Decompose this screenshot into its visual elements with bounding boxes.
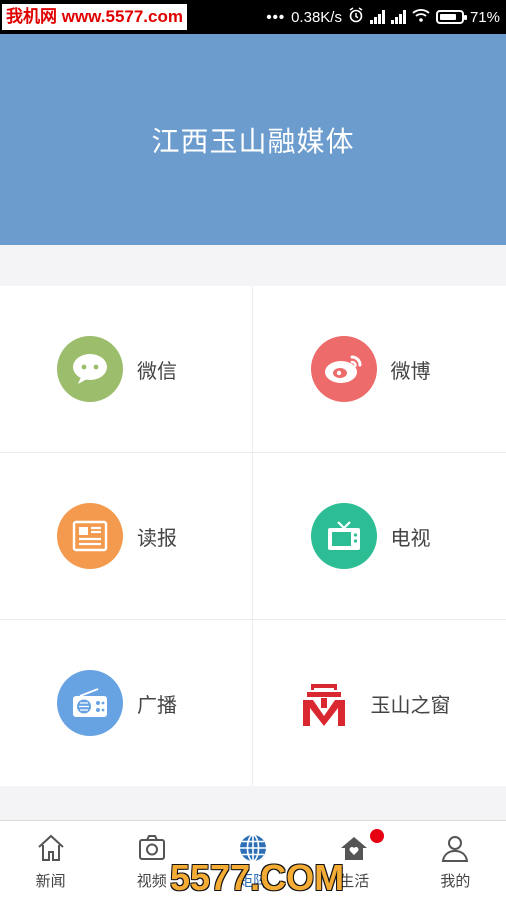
grid-item-wechat[interactable]: 微信	[0, 286, 253, 453]
weibo-icon	[310, 336, 377, 402]
notification-badge	[369, 829, 384, 843]
header-banner: 江西玉山融媒体	[0, 34, 506, 245]
grid-item-label: 玉山之窗	[370, 692, 451, 717]
grid-item-label: 广播	[137, 692, 177, 717]
grid-item-label: 微信	[137, 358, 177, 383]
grid-item-label: 微博	[390, 358, 431, 383]
wechat-icon	[57, 336, 123, 402]
grid-item-newspaper[interactable]: 读报	[0, 453, 253, 620]
network-speed: 0.38K/s	[291, 8, 342, 26]
page-title: 江西玉山融媒体	[151, 124, 355, 158]
home-icon	[34, 831, 68, 865]
tab-news[interactable]: 新闻	[0, 821, 101, 900]
watermark-overlay: 5577.COM	[170, 857, 345, 898]
tab-label: 视频	[136, 872, 167, 890]
signal-icon	[390, 10, 406, 24]
battery-level: 71%	[469, 8, 500, 26]
grid-item-tv[interactable]: 电视	[253, 453, 506, 620]
status-icons: ••• 0.38K/s 71%	[266, 0, 500, 34]
radio-icon	[57, 670, 123, 736]
user-icon	[438, 831, 472, 865]
newspaper-icon	[57, 503, 123, 569]
tv-icon	[310, 503, 377, 569]
tab-label: 新闻	[35, 872, 66, 890]
tab-label: 我的	[440, 872, 471, 890]
media-grid: 微信 微博 读报 电视 广播 玉山之窗	[0, 286, 506, 786]
grid-item-label: 电视	[390, 525, 431, 550]
battery-icon	[435, 10, 467, 24]
more-dots-icon: •••	[266, 8, 286, 26]
alarm-icon	[348, 7, 364, 27]
watermark-logo: 我机网 www.5577.com	[2, 4, 187, 30]
grid-item-yushan-window[interactable]: 玉山之窗	[253, 620, 506, 786]
grid-item-radio[interactable]: 广播	[0, 620, 253, 786]
yushan-logo-icon	[291, 670, 357, 736]
grid-item-label: 读报	[137, 525, 177, 550]
wifi-icon	[412, 8, 430, 26]
grid-item-weibo[interactable]: 微博	[253, 286, 506, 453]
camera-icon	[135, 831, 169, 865]
status-bar: 我机网 www.5577.com ••• 0.38K/s 71%	[0, 0, 506, 34]
signal-icon	[369, 10, 385, 24]
tab-profile[interactable]: 我的	[405, 821, 506, 900]
